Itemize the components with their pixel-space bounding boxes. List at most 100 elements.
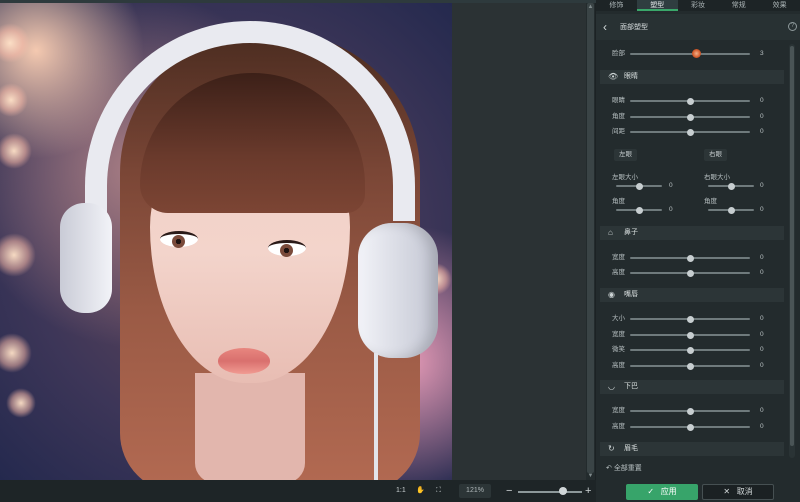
eyes-slider-1-value: 0: [760, 113, 764, 120]
lips-slider-3-knob[interactable]: [686, 362, 694, 370]
hand-tool-icon[interactable]: ✋: [416, 485, 425, 497]
nose-slider-1-knob[interactable]: [686, 269, 694, 277]
headphone-cup-left: [60, 203, 112, 313]
zoom-out-icon[interactable]: −: [506, 484, 512, 498]
eyes-slider-0-knob[interactable]: [686, 97, 694, 105]
tab-reshape[interactable]: 塑型: [636, 0, 678, 11]
lips: [218, 348, 270, 374]
lips-slider-1-knob[interactable]: [686, 331, 694, 339]
eyes-slider-2-label: 间距: [612, 128, 625, 135]
apply-button[interactable]: ✓ 应用: [626, 484, 698, 500]
left-eye-slider-1-value: 0: [669, 206, 673, 213]
tab-makeup[interactable]: 彩妆: [678, 0, 719, 11]
fit-screen-icon[interactable]: ⛶: [436, 485, 441, 497]
back-arrow-icon[interactable]: ‹: [603, 20, 607, 34]
left-eye-button[interactable]: 左眼: [614, 149, 637, 161]
lips-icon: ◉: [608, 290, 615, 299]
cancel-button[interactable]: ✕ 取消: [702, 484, 774, 500]
lips-slider-0-knob[interactable]: [686, 315, 694, 323]
lips-slider-2-label: 微笑: [612, 346, 625, 353]
left-eye-slider-0-label: 左眼大小: [612, 174, 638, 181]
chin-slider-1-knob[interactable]: [686, 423, 694, 431]
eyes-slider-2-value: 0: [760, 128, 764, 135]
chin-slider-1-label: 高度: [612, 423, 625, 430]
lips-slider-1-value: 0: [760, 331, 764, 338]
eye-icon: 👁: [608, 72, 619, 81]
reset-all-label: 全部重置: [613, 465, 642, 472]
right-eye: [268, 240, 306, 257]
nose-section-title: 鼻子: [624, 229, 638, 236]
nose-slider-1-label: 高度: [612, 269, 625, 276]
left-eye-slider-1-label: 角度: [612, 198, 625, 205]
right-eye-slider-1-label: 角度: [704, 198, 717, 205]
lips-slider-2-value: 0: [760, 346, 764, 353]
lips-slider-1-label: 宽度: [612, 331, 625, 338]
left-eye-slider-0-knob[interactable]: [635, 182, 643, 190]
face-slider-value: 3: [760, 50, 764, 57]
eyes-slider-2-knob[interactable]: [686, 128, 694, 136]
nose-icon: ⌂: [608, 228, 613, 237]
zoom-slider-track[interactable]: [518, 491, 582, 493]
eyes-slider-0-label: 眼睛: [612, 97, 625, 104]
chin-section-title: 下巴: [624, 383, 638, 390]
zoom-in-icon[interactable]: +: [585, 484, 591, 498]
headphone-cup-right: [358, 223, 438, 358]
help-icon[interactable]: ?: [788, 22, 797, 31]
close-icon: ✕: [723, 487, 731, 496]
nose-slider-0-knob[interactable]: [686, 254, 694, 262]
zoom-value-field[interactable]: 121%: [459, 484, 491, 498]
eyebrow-section-title: 眉毛: [624, 445, 638, 452]
eyebrow-section-header[interactable]: ↻ 眉毛: [600, 442, 784, 456]
canvas-scroll-thumb[interactable]: [587, 3, 594, 473]
panel-title: 面部塑型: [620, 24, 648, 31]
neck: [195, 373, 305, 480]
top-tabs: 修饰 塑型 彩妆 常规 效果: [596, 0, 800, 11]
face-slider-track[interactable]: [630, 53, 750, 55]
right-eye-slider-1-value: 0: [760, 206, 764, 213]
right-eye-button[interactable]: 右眼: [704, 149, 727, 161]
nose-slider-0-label: 宽度: [612, 254, 625, 261]
apply-label: 应用: [660, 487, 677, 496]
reset-all-link[interactable]: ↶ 全部重置: [606, 464, 642, 474]
scroll-down-icon[interactable]: ▼: [586, 472, 595, 480]
eyes-slider-1-label: 角度: [612, 113, 625, 120]
chin-slider-0-knob[interactable]: [686, 407, 694, 415]
lips-section-title: 嘴唇: [624, 291, 638, 298]
lips-slider-0-value: 0: [760, 315, 764, 322]
lips-slider-0-label: 大小: [612, 315, 625, 322]
lips-slider-2-knob[interactable]: [686, 346, 694, 354]
left-eye: [160, 231, 198, 248]
scroll-up-icon[interactable]: ▲: [586, 3, 595, 11]
tab-effects[interactable]: 效果: [759, 0, 800, 11]
tab-basic[interactable]: 常规: [718, 0, 759, 11]
eyes-section-title: 眼睛: [624, 73, 638, 80]
nose-slider-0-value: 0: [760, 254, 764, 261]
lips-slider-3-value: 0: [760, 362, 764, 369]
zoom-slider-knob[interactable]: [558, 487, 567, 495]
chin-slider-0-label: 宽度: [612, 407, 625, 414]
portrait-photo[interactable]: [0, 3, 452, 480]
face-slider-knob[interactable]: [691, 49, 701, 58]
photo-editor-window: ▲ ▼ 1:1 ✋ ⛶ 121% − + 修饰 塑型 彩妆 常规 效果 ‹ 面部…: [0, 0, 800, 502]
lips-section-header[interactable]: ◉ 嘴唇: [600, 288, 784, 302]
canvas-scrollbar[interactable]: ▲ ▼: [586, 3, 595, 480]
headphone-band: [85, 21, 415, 221]
bokeh-light: [0, 23, 30, 63]
eyebrow-icon: ↻: [608, 444, 615, 453]
tab-retouch[interactable]: 修饰: [596, 0, 637, 11]
right-eye-slider-1-knob[interactable]: [727, 206, 735, 214]
canvas-area[interactable]: [0, 3, 586, 480]
eyes-slider-0-value: 0: [760, 97, 764, 104]
left-eye-slider-0-value: 0: [669, 182, 673, 189]
right-eye-slider-0-knob[interactable]: [727, 182, 735, 190]
chin-section-header[interactable]: ◡ 下巴: [600, 380, 784, 394]
eyes-slider-1-knob[interactable]: [686, 113, 694, 121]
headphone-cord: [374, 353, 378, 480]
left-eye-slider-1-knob[interactable]: [635, 206, 643, 214]
eyes-section-header[interactable]: 👁 眼睛: [600, 70, 784, 84]
actual-size-button[interactable]: 1:1: [396, 485, 406, 497]
bokeh-light: [0, 83, 28, 117]
bokeh-light: [0, 333, 32, 373]
panel-scroll-thumb[interactable]: [790, 46, 794, 446]
nose-section-header[interactable]: ⌂ 鼻子: [600, 226, 784, 240]
